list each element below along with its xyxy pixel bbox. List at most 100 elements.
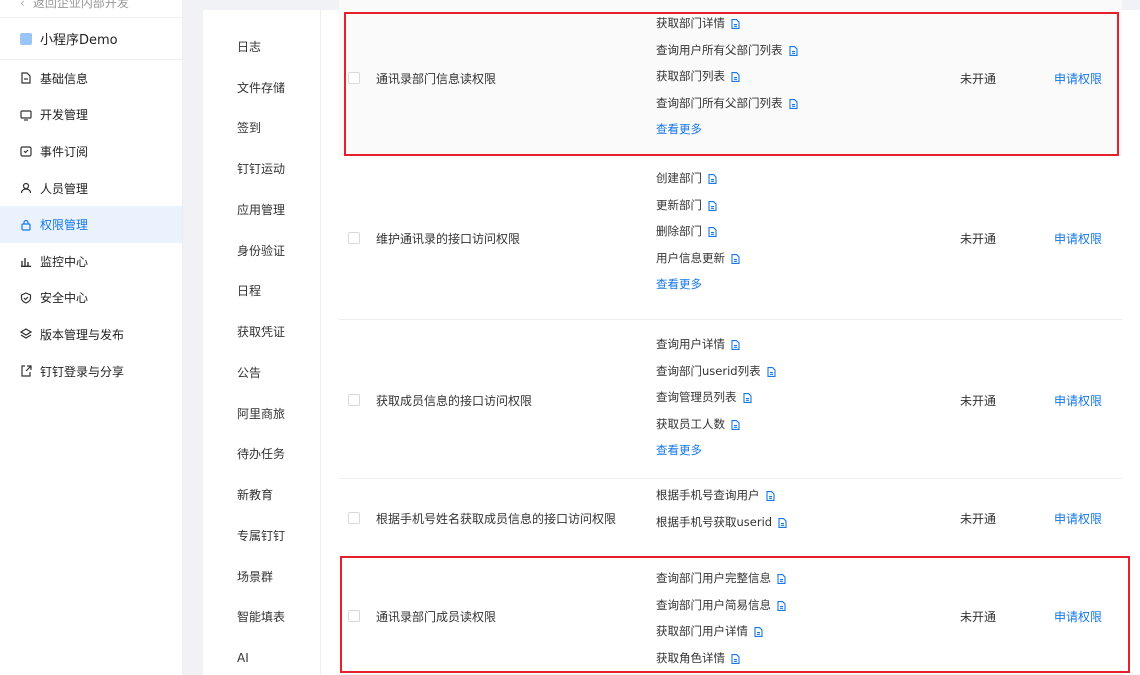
document-icon[interactable] [777, 600, 786, 611]
document-icon[interactable] [708, 173, 717, 185]
api-name: 更新部门 [656, 197, 702, 212]
api-item[interactable]: 查询用户所有父部门列表 [656, 37, 798, 64]
api-name: 获取角色详情 [656, 650, 725, 665]
row-checkbox[interactable] [348, 393, 360, 406]
category-item[interactable]: 应用管理 [203, 189, 320, 230]
category-item[interactable]: 文件存储 [203, 67, 320, 108]
permission-name: 获取成员信息的接口访问权限 [376, 393, 533, 408]
back-link[interactable]: ‹ 返回企业内部开发 [0, 0, 182, 18]
category-item[interactable]: 场景群 [203, 556, 320, 597]
api-item[interactable]: 删除部门 [656, 218, 740, 245]
permission-name: 通讯录部门成员读权限 [376, 610, 497, 624]
category-item[interactable]: 日志 [203, 26, 320, 67]
row-checkbox[interactable] [348, 231, 360, 244]
category-item[interactable]: 获取凭证 [203, 311, 320, 352]
api-name: 查询用户详情 [656, 337, 725, 352]
category-item[interactable]: 签到 [203, 108, 320, 149]
category-item[interactable]: 阿里商旅 [203, 393, 320, 434]
document-icon[interactable] [788, 45, 798, 56]
document-icon[interactable] [742, 392, 752, 404]
category-list: 日志 文件存储 签到 钉钉运动 应用管理 身份验证 日程 获取凭证 公告 阿里商旅 待办任务 新教育专… [203, 10, 321, 675]
api-item[interactable]: 获取部门列表 [656, 63, 798, 90]
category-item[interactable]: 公告 [203, 352, 320, 393]
calendar-icon [20, 145, 32, 158]
category-item[interactable]: 日程 [203, 271, 320, 312]
row-checkbox[interactable] [348, 610, 360, 622]
category-item[interactable]: 专属钉钉 [203, 515, 320, 556]
api-item[interactable]: 查询部门用户简易信息 [656, 592, 786, 619]
apply-permission-link[interactable]: 申请权限 [1054, 70, 1102, 87]
api-item[interactable]: 获取部门详情 [656, 10, 798, 37]
api-item[interactable]: 查询部门userid列表 [656, 358, 776, 385]
permission-row: 获取成员信息的接口访问权限 查询用户详情查询部门userid列表 查询管理员列表获取… [339, 320, 1122, 479]
apply-permission-link[interactable]: 申请权限 [1054, 230, 1102, 247]
document-icon[interactable] [788, 98, 798, 109]
apply-permission-link[interactable]: 申请权限 [1054, 510, 1102, 527]
api-item[interactable]: 查询部门所有父部门列表 [656, 90, 798, 117]
apply-permission-link[interactable]: 申请权限 [1054, 392, 1102, 409]
api-item[interactable]: 查询管理员列表 [656, 384, 776, 411]
api-list: 查询部门用户完整信息 查询部门用户简易信息获取部门用户详情 获取角色详情 [656, 565, 786, 671]
shield-icon [20, 292, 32, 304]
api-list: 获取部门详情查询用户所有父部门列表 获取部门列表查询部门所有父部门列表 查看更多 [656, 10, 798, 143]
document-icon[interactable] [731, 419, 740, 430]
sidebar-nav: 基础信息 开发管理 事件订阅 人员管理权限管理监控中心 安全中心版本管理与发布钉钉登录与… [0, 60, 182, 389]
document-icon[interactable] [708, 226, 717, 238]
api-item[interactable]: 获取员工人数 [656, 411, 776, 438]
sidebar-item[interactable]: 钉钉登录与分享 [0, 353, 182, 390]
document-icon[interactable] [754, 626, 763, 638]
api-name: 获取部门用户详情 [656, 624, 748, 639]
document-icon[interactable] [778, 517, 787, 528]
sidebar-item[interactable]: 事件订阅 [0, 133, 182, 170]
document-icon[interactable] [731, 18, 740, 30]
api-item[interactable]: 查询用户详情 [656, 331, 776, 358]
view-more-link[interactable]: 查看更多 [656, 437, 776, 464]
document-icon[interactable] [765, 490, 775, 502]
monitor-icon [20, 109, 32, 121]
view-more-link[interactable]: 查看更多 [656, 271, 740, 298]
category-item[interactable]: 新教育 [203, 474, 320, 515]
sidebar-item[interactable]: 基础信息 [0, 60, 182, 97]
api-item[interactable]: 根据手机号获取userid [656, 509, 787, 536]
document-icon[interactable] [731, 71, 740, 83]
sidebar-item-label: 版本管理与发布 [40, 327, 125, 342]
sidebar-item-label: 权限管理 [40, 218, 89, 233]
sidebar-item[interactable]: 版本管理与发布 [0, 316, 182, 353]
row-checkbox[interactable] [348, 71, 360, 84]
category-item[interactable]: 钉钉运动 [203, 148, 320, 189]
api-item[interactable]: 用户信息更新 [656, 245, 740, 272]
sidebar-item[interactable]: 人员管理 [0, 170, 182, 207]
api-item[interactable]: 更新部门 [656, 192, 740, 219]
api-name: 获取部门列表 [656, 69, 725, 84]
api-item[interactable]: 查询部门用户完整信息 [656, 565, 786, 592]
api-item[interactable]: 获取角色详情 [656, 645, 786, 672]
document-icon[interactable] [731, 253, 740, 264]
apply-permission-link[interactable]: 申请权限 [1054, 608, 1102, 625]
sidebar-item[interactable]: 开发管理 [0, 97, 182, 134]
document-icon[interactable] [731, 653, 740, 664]
document-icon[interactable] [708, 200, 717, 211]
sidebar-item[interactable]: 安全中心 [0, 280, 182, 317]
sidebar-item[interactable]: 权限管理 [0, 206, 182, 243]
bar-chart-icon [20, 255, 32, 268]
api-name: 获取员工人数 [656, 416, 725, 431]
api-item[interactable]: 获取部门用户详情 [656, 618, 786, 645]
document-icon[interactable] [731, 339, 740, 351]
category-item[interactable]: 待办任务 [203, 434, 320, 475]
category-item[interactable]: 身份验证 [203, 230, 320, 271]
category-item[interactable]: AI [203, 637, 320, 675]
api-name: 查询用户所有父部门列表 [656, 42, 783, 57]
document-icon[interactable] [767, 366, 776, 377]
category-item[interactable]: 智能填表 [203, 597, 320, 638]
status-text: 未开通 [960, 71, 997, 86]
view-more-link[interactable]: 查看更多 [656, 116, 798, 143]
api-item[interactable]: 根据手机号查询用户 [656, 482, 787, 509]
api-list: 创建部门更新部门删除部门用户信息更新查看更多 [656, 165, 740, 298]
api-name: 删除部门 [656, 224, 702, 239]
document-icon[interactable] [777, 573, 786, 585]
api-item[interactable]: 创建部门 [656, 165, 740, 192]
row-checkbox[interactable] [348, 512, 360, 524]
api-name: 用户信息更新 [656, 250, 725, 265]
sidebar-item[interactable]: 监控中心 [0, 243, 182, 280]
main-panel: 日志 文件存储 签到 钉钉运动 应用管理 身份验证 日程 获取凭证 公告 阿里商旅 待办任务 新教育专… [203, 0, 1140, 675]
